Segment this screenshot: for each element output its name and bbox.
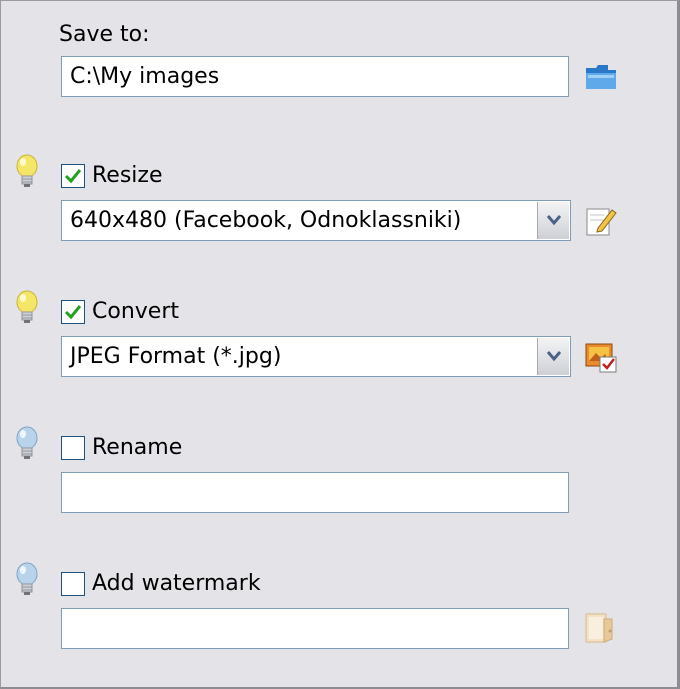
watermark-row: Add watermark xyxy=(61,569,261,599)
rename-input[interactable] xyxy=(61,472,569,513)
resize-row: Resize xyxy=(61,161,163,191)
folder-icon[interactable] xyxy=(584,59,618,93)
convert-label: Convert xyxy=(92,299,179,324)
convert-format-select[interactable]: JPEG Format (*.jpg) xyxy=(61,336,571,377)
save-to-input[interactable]: C:\My images xyxy=(61,56,569,97)
watermark-input[interactable] xyxy=(61,608,569,649)
watermark-checkbox[interactable] xyxy=(61,572,85,596)
edit-pencil-icon[interactable] xyxy=(584,204,618,238)
rename-row: Rename xyxy=(61,433,182,463)
convert-format-value: JPEG Format (*.jpg) xyxy=(70,344,282,369)
resize-checkbox[interactable] xyxy=(61,164,85,188)
convert-checkbox[interactable] xyxy=(61,300,85,324)
lightbulb-off-icon xyxy=(13,425,41,465)
watermark-browse-icon[interactable] xyxy=(584,611,618,645)
rename-label: Rename xyxy=(92,435,183,460)
save-to-path: C:\My images xyxy=(70,64,220,89)
resize-label: Resize xyxy=(92,163,163,188)
resize-preset-value: 640x480 (Facebook, Odnoklassniki) xyxy=(70,208,462,233)
resize-preset-select[interactable]: 640x480 (Facebook, Odnoklassniki) xyxy=(61,200,571,241)
chevron-down-icon[interactable] xyxy=(537,202,569,239)
convert-row: Convert xyxy=(61,297,179,327)
options-panel: Save to: C:\My images Resize 640x480 (Fa… xyxy=(0,0,680,689)
chevron-down-icon[interactable] xyxy=(537,338,569,375)
rename-checkbox[interactable] xyxy=(61,436,85,460)
lightbulb-on-icon xyxy=(13,289,41,329)
lightbulb-off-icon xyxy=(13,561,41,601)
watermark-label: Add watermark xyxy=(92,571,261,596)
format-settings-icon[interactable] xyxy=(584,340,618,374)
lightbulb-on-icon xyxy=(13,153,41,193)
save-to-label: Save to: xyxy=(59,22,150,47)
